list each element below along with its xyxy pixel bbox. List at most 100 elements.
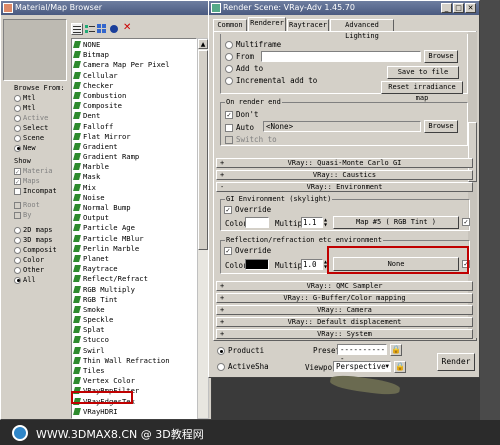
map-list-item[interactable]: Mask [72,172,196,182]
map-list-item[interactable]: Thin Wall Refraction [72,356,196,366]
map-list-item[interactable]: Planet [72,254,196,264]
rollout-caustics[interactable]: + VRay:: Caustics [216,170,473,180]
scroll-thumb[interactable] [198,50,208,250]
map-list-item[interactable]: Splat [72,325,196,335]
map-list-item[interactable]: Composite [72,101,196,111]
list-icons-view-icon[interactable] [85,24,95,34]
activeshade-radio[interactable]: ActiveSha [217,362,269,371]
refl-override-checkbox[interactable]: ✓ Override [224,246,271,255]
dont-delete-checkbox[interactable]: ✓ Don't [225,110,259,119]
save-to-file-button[interactable]: Save to file [387,66,459,79]
tab-advanced-lighting[interactable]: Advanced Lighting [330,19,394,40]
auto-save-file-field[interactable]: <None> [263,121,421,132]
viewport-dropdown[interactable]: Perspective ▼ [333,361,391,372]
render-button[interactable]: Render [437,353,475,371]
map-type-option[interactable]: 3D maps [14,235,69,245]
rollout-environment[interactable]: - VRay:: Environment [216,182,473,192]
auto-save-checkbox[interactable]: Auto [225,123,254,132]
map-list-item[interactable]: Smoke [72,305,196,315]
delete-icon[interactable]: ✕ [123,23,133,34]
map-list-item[interactable]: Dent [72,111,196,121]
browse-from-option[interactable]: Select [14,123,69,133]
map-list-item[interactable]: RGB Tint [72,295,196,305]
gi-env-map-button[interactable]: Map #5 ( RGB Tint ) [333,216,459,229]
incremental-add-radio[interactable]: Incremental add to [225,76,317,85]
map-list-item[interactable]: Stucco [72,335,196,345]
map-type-option[interactable]: 2D maps [14,225,69,235]
gi-color-swatch[interactable] [245,217,269,228]
map-type-option[interactable]: All [14,275,69,285]
refl-multiplier-spinner[interactable]: 1.0 [301,259,323,270]
show-option[interactable]: Incompat [14,186,69,196]
map-list-item[interactable]: RGB Multiply [72,285,196,295]
gi-multiplier-spinner[interactable]: 1.1 [301,217,323,228]
browse-from-button[interactable]: Browse [424,50,458,63]
lock-preset-button[interactable]: 🔒 [390,344,402,356]
small-icons-view-icon[interactable] [97,24,107,34]
map-list-item[interactable]: Checker [72,81,196,91]
map-list-item[interactable]: Raytrace [72,264,196,274]
map-list-item[interactable]: Perlin Marble [72,244,196,254]
map-list-item[interactable]: NONE [72,40,196,50]
tab-raytracer[interactable]: Raytracer [287,19,329,31]
gi-multiplier-arrows[interactable]: ▲ ▼ [324,217,329,228]
map-list-item[interactable]: Particle MBlur [72,234,196,244]
rollout-qmc-gi[interactable]: + VRay:: Quasi-Monte Carlo GI [216,158,473,168]
gi-override-checkbox[interactable]: ✓ Override [224,205,271,214]
map-list-item[interactable]: Tiles [72,366,196,376]
rollout-system[interactable]: + VRay:: System [216,329,473,339]
map-type-option[interactable]: Other [14,265,69,275]
switch-to-checkbox[interactable]: Switch to [225,135,277,144]
browse-from-option[interactable]: Mtl [14,93,69,103]
reset-irradiance-map-button[interactable]: Reset irradiance map [381,81,463,102]
show-option[interactable]: ✓ Maps [14,176,69,186]
refl-color-swatch[interactable] [245,259,269,270]
multiframe-radio[interactable]: Multiframe [225,40,281,49]
map-list-item[interactable]: Gradient [72,142,196,152]
map-list-item[interactable]: Particle Age [72,223,196,233]
map-list-item[interactable]: Swirl [72,346,196,356]
root-option[interactable]: Root [14,200,69,210]
map-list-item[interactable]: Noise [72,193,196,203]
gi-map-enable-checkbox[interactable]: ✓ [462,217,473,226]
root-option[interactable]: By [14,210,69,220]
browse-autosave-button[interactable]: Browse [424,120,458,133]
map-list-item[interactable]: VRayMap [72,417,196,418]
map-list-item[interactable]: Bitmap [72,50,196,60]
map-list-item[interactable]: Reflect/Refract [72,274,196,284]
browse-from-option[interactable]: Scene [14,133,69,143]
map-type-option[interactable]: Color [14,255,69,265]
maximize-button[interactable]: □ [453,3,464,13]
preset-dropdown[interactable]: ----------- [337,344,387,363]
map-list-item[interactable]: Falloff [72,122,196,132]
rollout-gbuffer[interactable]: + VRay:: G-Buffer/Color mapping [216,293,473,303]
show-option[interactable]: ✓ Materia [14,166,69,176]
map-list-item[interactable]: Flat Mirror [72,132,196,142]
browse-from-option[interactable]: Mtl [14,103,69,113]
map-list-item[interactable]: Camera Map Per Pixel [72,60,196,70]
large-icons-view-icon[interactable] [109,24,119,34]
tab-common[interactable]: Common [213,19,247,31]
from-radio[interactable]: From [225,52,254,61]
production-radio[interactable]: Producti [217,346,264,355]
map-list-item[interactable]: Normal Bump [72,203,196,213]
map-list-item[interactable]: Cellular [72,71,196,81]
tab-renderer[interactable]: Renderer [248,17,286,31]
map-list-item[interactable]: VRayHDRI [72,407,196,417]
map-list-item[interactable]: Gradient Ramp [72,152,196,162]
rollout-camera[interactable]: + VRay:: Camera [216,305,473,315]
add-to-radio[interactable]: Add to [225,64,263,73]
map-type-option[interactable]: Composit [14,245,69,255]
map-list-item[interactable]: Mix [72,183,196,193]
viewport-lock-button[interactable]: 🔒 [394,361,406,373]
scroll-up-button[interactable]: ▲ [198,39,208,49]
from-file-field[interactable] [261,51,421,62]
close-button[interactable]: ✕ [465,3,476,13]
map-list-item[interactable]: Marble [72,162,196,172]
map-list-item[interactable]: Output [72,213,196,223]
list-view-icon[interactable] [71,23,83,35]
map-list-item[interactable]: Speckle [72,315,196,325]
browse-from-option[interactable]: Active [14,113,69,123]
rollout-qmc-sampler[interactable]: + VRay:: QMC Sampler [216,281,473,291]
rollout-displacement[interactable]: + VRay:: Default displacement [216,317,473,327]
